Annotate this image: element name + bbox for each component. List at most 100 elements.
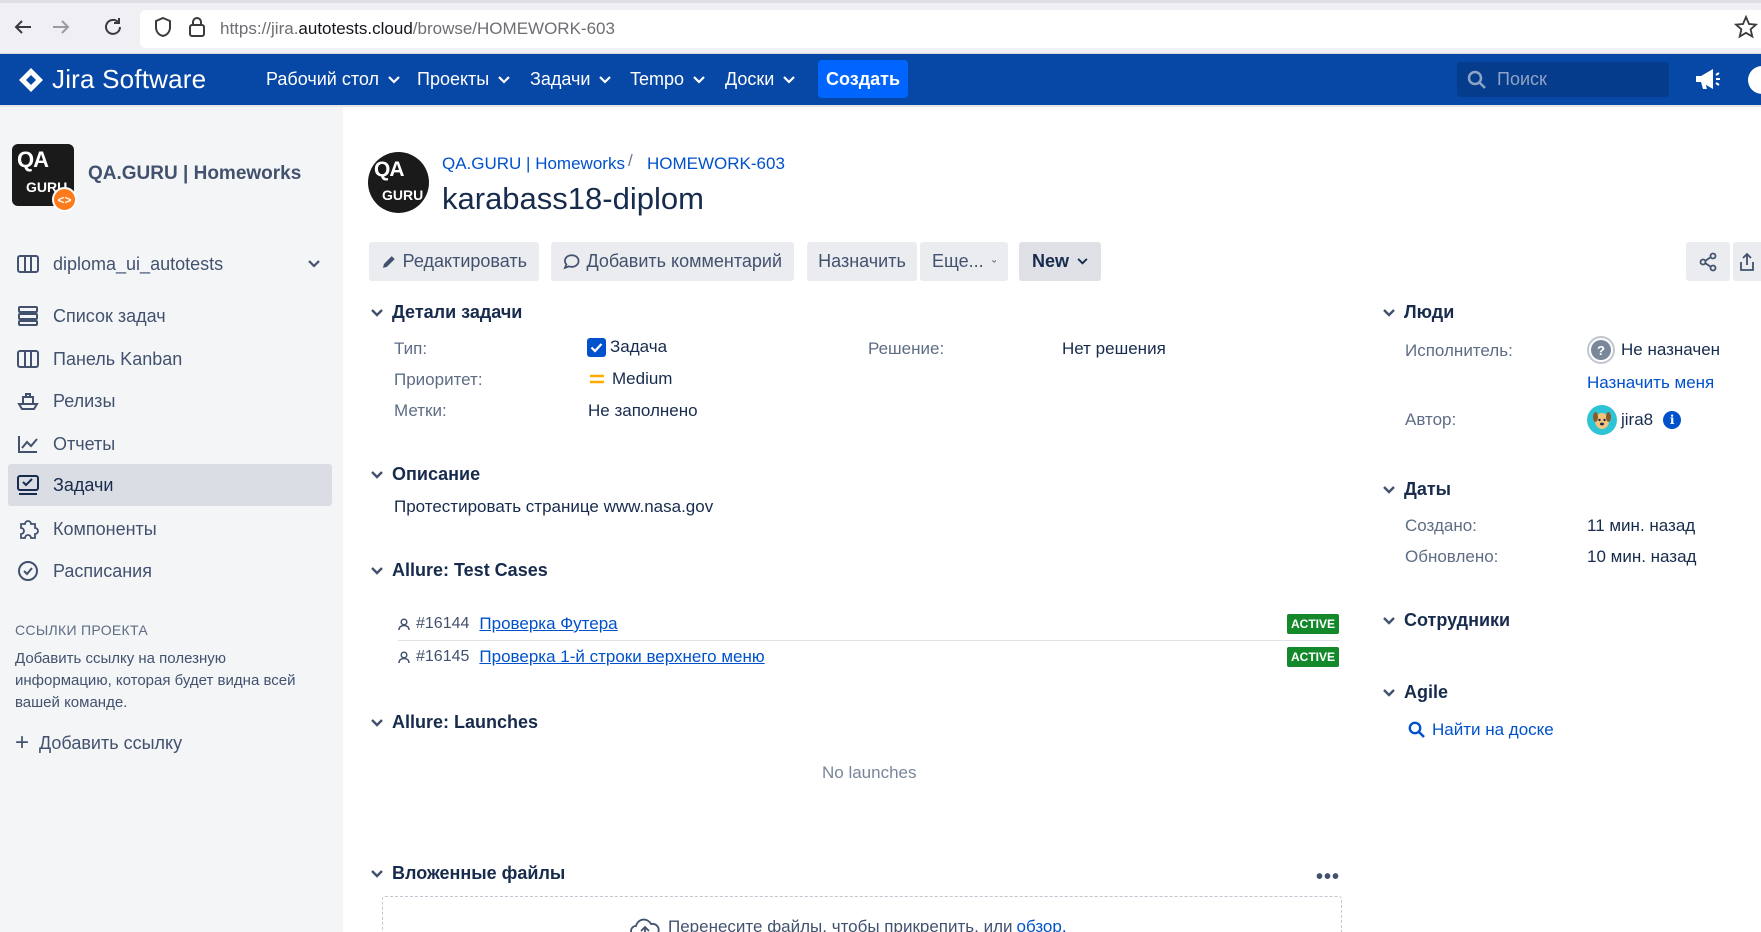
status-button[interactable]: New [1019,242,1101,281]
priority-value: Medium [589,369,672,389]
sidebar-item-label: Панель Kanban [53,348,183,369]
sidebar-item-backlog[interactable]: Список задач [8,295,332,337]
bookmark-star-icon[interactable] [1733,14,1759,40]
priority-medium-icon [590,374,604,384]
project-links-title: ССЫЛКИ ПРОЕКТА [15,622,149,638]
export-button[interactable] [1733,242,1761,281]
menu-label: Проекты [417,69,490,89]
menu-boards[interactable]: Доски [725,54,796,105]
chevron-down-icon [783,75,796,84]
jira-diamond-icon [19,67,43,92]
chevron-down-icon [1077,258,1088,265]
breadcrumb-issue-key[interactable]: HOMEWORK-603 [647,154,785,174]
dates-section-toggle[interactable]: Даты [1382,479,1451,500]
board-icon [16,252,40,276]
profile-avatar[interactable] [1748,66,1761,94]
edit-button[interactable]: Редактировать [369,242,539,281]
comment-icon [563,253,580,269]
section-title: Allure: Test Cases [392,560,548,580]
description-section-toggle[interactable]: Описание [370,464,480,485]
dropzone-text: Перенесите файлы, чтобы прикрепить, или … [630,916,1067,932]
puzzle-icon [16,517,40,541]
reporter-label: Автор: [1405,410,1457,429]
testcase-link[interactable]: Проверка Футера [479,614,617,634]
menu-issues[interactable]: Задачи [530,54,612,105]
add-link-label: Добавить ссылку [39,732,183,753]
testcase-link[interactable]: Проверка 1-й строки верхнего меню [479,647,764,667]
reporter-value[interactable]: jira8 i [1587,405,1682,435]
forward-icon[interactable] [48,14,74,40]
lock-icon[interactable] [184,14,210,40]
dog-avatar-icon [1593,412,1611,429]
add-comment-button[interactable]: Добавить комментарий [551,242,794,281]
share-icon [1699,252,1717,271]
find-on-board-link[interactable]: Найти на доске [1408,720,1554,740]
sidebar-item-schedules[interactable]: Расписания [8,550,332,592]
type-value: Задача [587,337,667,357]
description-text[interactable]: Протестировать странице www.nasa.gov [394,497,713,517]
megaphone-icon[interactable] [1693,66,1721,97]
resolution-label: Решение: [868,339,945,358]
chevron-down-icon [599,75,612,84]
labels-value[interactable]: Не заполнено [588,401,698,421]
task-checkbox-icon [587,337,606,357]
url-text[interactable]: https://jira.autotests.cloud/browse/HOME… [220,19,615,39]
labels-label: Метки: [394,401,447,420]
avatar-text: QA [374,158,404,181]
attachments-section-toggle[interactable]: Вложенные файлы [370,863,565,884]
project-name[interactable]: QA.GURU | Homeworks [88,163,301,185]
status-badge: ACTIVE [1286,647,1339,667]
create-button[interactable]: Создать [818,60,908,98]
chevron-down-icon [371,566,383,575]
search-input[interactable]: Поиск [1457,62,1669,97]
assign-button[interactable]: Назначить [807,242,917,281]
allure-testcases-section-toggle[interactable]: Allure: Test Cases [370,560,548,581]
testcase-id: #16144 [416,615,470,632]
reporter-text: jira8 [1621,410,1654,429]
shield-icon[interactable] [150,14,176,40]
board-selector[interactable]: diploma_ui_autotests [8,243,332,285]
chevron-down-icon [1383,308,1395,317]
jira-logo[interactable]: Jira Software [18,54,206,105]
employees-section-toggle[interactable]: Сотрудники [1382,610,1510,631]
sidebar-item-issues[interactable]: Задачи [8,464,332,506]
share-button[interactable] [1686,242,1730,281]
logo-text: Jira Software [52,64,207,94]
empty-launches-text: No launches [822,763,917,782]
sidebar-item-releases[interactable]: Релизы [8,380,332,422]
avatar-text: GURU [382,187,424,203]
allure-launches-section-toggle[interactable]: Allure: Launches [370,712,538,733]
back-icon[interactable] [10,14,36,40]
sidebar-item-kanban[interactable]: Панель Kanban [8,338,332,380]
type-label: Тип: [394,339,428,358]
testcase-id: #16145 [416,648,470,665]
browse-link[interactable]: обзор. [1017,917,1067,932]
person-icon [398,650,410,663]
project-avatar[interactable]: QA GURU [368,152,429,213]
reports-icon [16,432,40,456]
assignee-value[interactable]: ? Не назначен [1587,336,1720,364]
more-options-icon[interactable]: ••• [1316,866,1340,889]
reload-icon[interactable] [100,14,126,40]
sidebar-item-label: Отчеты [53,433,116,454]
menu-projects[interactable]: Проекты [417,54,511,105]
add-link-button[interactable]: + Добавить ссылку [15,731,182,755]
details-section-toggle[interactable]: Детали задачи [370,302,522,323]
sidebar-item-reports[interactable]: Отчеты [8,423,332,465]
sidebar-item-label: Компоненты [53,518,157,539]
menu-dashboard[interactable]: Рабочий стол [266,54,400,105]
people-section-toggle[interactable]: Люди [1382,302,1454,323]
issue-title[interactable]: karabass18-diplom [442,181,704,217]
section-title: Детали задачи [392,302,523,322]
status-label: New [1031,251,1069,271]
sidebar-item-components[interactable]: Компоненты [8,508,332,550]
more-label: Еще... [932,251,984,271]
chevron-down-icon [371,470,383,479]
agile-section-toggle[interactable]: Agile [1382,682,1448,703]
sidebar-item-label: Релизы [53,390,116,411]
menu-tempo[interactable]: Tempo [630,54,705,105]
more-button[interactable]: Еще... [920,242,1008,281]
assign-to-me-link[interactable]: Назначить меня [1587,373,1714,393]
info-icon[interactable]: i [1663,411,1682,429]
breadcrumb-project[interactable]: QA.GURU | Homeworks [442,154,625,174]
